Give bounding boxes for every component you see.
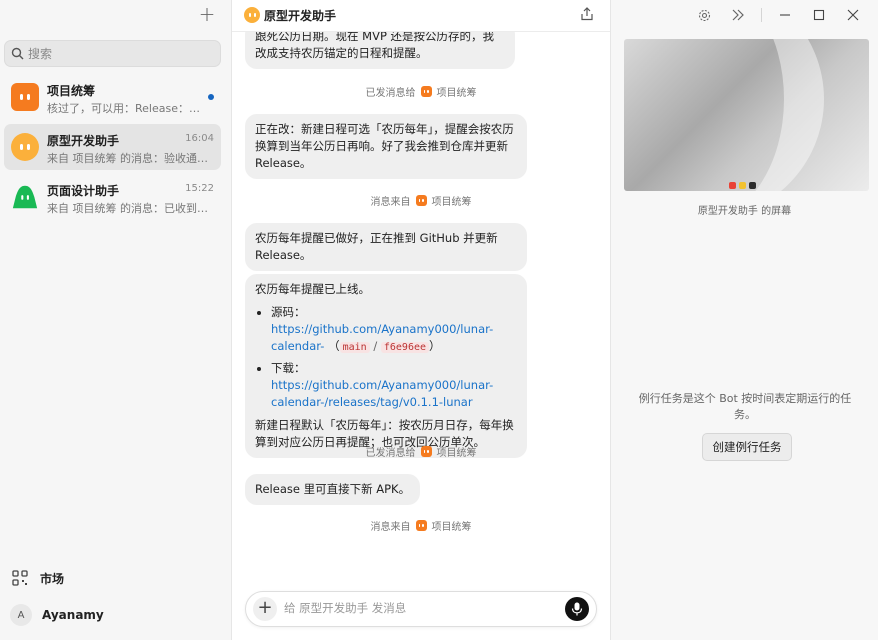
bot-mini-avatar-icon bbox=[420, 446, 432, 457]
market-link[interactable]: 市场 bbox=[10, 568, 64, 588]
share-icon bbox=[581, 7, 593, 21]
status-label: 消息来自 bbox=[370, 197, 411, 208]
status-label: 消息来自 bbox=[370, 522, 411, 533]
right-panel: 原型开发助手 的屏幕 例行任务是这个 Bot 按时间表定期运行的任务。 创建例行… bbox=[611, 0, 878, 640]
branch-code: main bbox=[339, 342, 370, 353]
chat-item-prototype-dev[interactable]: 原型开发助手 16:04 来自 项目统筹 的消息：验收通… bbox=[4, 124, 221, 170]
chat-panel: 跟死公历日期。现在 MVP 还是按公历存的，我改成支持农历锚定的日程和提醒。 已… bbox=[232, 0, 611, 640]
chat-item-title: 原型开发助手 bbox=[47, 134, 120, 148]
minimize-icon bbox=[780, 14, 790, 16]
create-routine-button[interactable]: 创建例行任务 bbox=[702, 433, 792, 461]
bot-avatar-icon bbox=[244, 7, 260, 23]
message-bubble: 农历每年提醒已上线。 源码： https://github.com/Ayanamy… bbox=[245, 274, 527, 458]
status-label: 已发消息给 bbox=[365, 448, 416, 459]
bot-avatar-icon bbox=[11, 183, 39, 211]
taskbar-icons bbox=[729, 182, 756, 189]
message-status: 已发消息给 项目统筹 bbox=[232, 84, 610, 99]
chat-item-title: 项目统筹 bbox=[47, 84, 96, 98]
download-label: 下载： bbox=[271, 361, 306, 375]
status-target: 项目统筹 bbox=[431, 197, 472, 208]
chat-header: 原型开发助手 bbox=[232, 0, 610, 32]
slash: / bbox=[373, 339, 378, 353]
chat-item-preview: 核过了，可以用：Release：… bbox=[47, 102, 200, 115]
search-icon bbox=[11, 47, 24, 60]
maximize-button[interactable] bbox=[802, 6, 836, 24]
message-status: 已发消息给 项目统筹 bbox=[232, 444, 610, 459]
search-input[interactable] bbox=[28, 46, 208, 61]
screen-caption: 原型开发助手 的屏幕 bbox=[697, 206, 792, 217]
message-status: 消息来自 项目统筹 bbox=[232, 518, 610, 533]
user-avatar: A bbox=[10, 604, 32, 626]
message-composer: + bbox=[245, 591, 597, 627]
user-profile[interactable]: A Ayanamy bbox=[10, 604, 104, 626]
chat-item-title: 页面设计助手 bbox=[47, 184, 120, 198]
status-label: 已发消息给 bbox=[365, 88, 416, 99]
bot-avatar-icon bbox=[11, 133, 39, 161]
wallpaper-curve bbox=[624, 39, 824, 191]
terminal-icon bbox=[749, 182, 756, 189]
collapse-panel-button[interactable] bbox=[721, 6, 755, 24]
bot-mini-avatar-icon bbox=[415, 520, 427, 531]
attach-plus-button[interactable]: + bbox=[253, 597, 277, 621]
list-item: 源码：https://github.com/Ayanamy000/lunar-c… bbox=[271, 304, 517, 356]
chat-item-project-coordination[interactable]: 项目统筹 核过了，可以用：Release：… bbox=[4, 74, 221, 120]
microphone-icon bbox=[571, 602, 583, 616]
status-target: 项目统筹 bbox=[436, 88, 477, 99]
list-item: 下载： https://github.com/Ayanamy000/lunar-c… bbox=[271, 360, 517, 411]
settings-button[interactable] bbox=[687, 6, 721, 24]
commit-code: f6e96ee bbox=[380, 342, 430, 353]
message-bubble: 正在改：新建日程可选「农历每年」，提醒会按农历换算到当年公历日再响。好了我会推到… bbox=[245, 114, 527, 179]
bot-mini-avatar-icon bbox=[415, 195, 427, 206]
bot-mini-avatar-icon bbox=[420, 86, 432, 97]
chat-item-page-design[interactable]: 页面设计助手 15:22 来自 项目统筹 的消息：已收到… bbox=[4, 174, 221, 220]
chat-item-time: 16:04 bbox=[185, 133, 214, 144]
branch-close: ） bbox=[429, 339, 441, 353]
release-intro: 农历每年提醒已上线。 bbox=[255, 282, 370, 296]
maximize-icon bbox=[813, 9, 825, 21]
close-button[interactable] bbox=[836, 6, 870, 24]
chat-item-time: 15:22 bbox=[185, 183, 214, 194]
message-bubble: 农历每年提醒已做好，正在推到 GitHub 并更新 Release。 bbox=[245, 223, 527, 271]
search-box[interactable] bbox=[4, 40, 221, 67]
share-button[interactable] bbox=[580, 7, 594, 24]
voice-button[interactable] bbox=[565, 597, 589, 621]
source-label: 源码： bbox=[271, 305, 306, 319]
folder-icon bbox=[739, 182, 746, 189]
message-status: 消息来自 项目统筹 bbox=[232, 193, 610, 208]
routine-description: 例行任务是这个 Bot 按时间表定期运行的任务。 bbox=[638, 392, 852, 421]
close-icon bbox=[847, 9, 859, 21]
chat-item-preview: 来自 项目统筹 的消息：验收通… bbox=[47, 152, 208, 165]
branch-open: （ bbox=[328, 339, 340, 353]
status-target: 项目统筹 bbox=[436, 448, 477, 459]
bot-avatar-icon bbox=[11, 83, 39, 111]
market-label: 市场 bbox=[40, 571, 65, 586]
download-link[interactable]: https://github.com/Ayanamy000/lunar-cale… bbox=[271, 378, 493, 409]
user-name: Ayanamy bbox=[42, 608, 104, 622]
qr-grid-icon bbox=[12, 570, 28, 586]
message-input[interactable] bbox=[284, 601, 554, 615]
release-links-list: 源码： https://github.com/Ayanamy000/lunar-c… bbox=[255, 304, 517, 411]
minimize-button[interactable] bbox=[768, 6, 802, 24]
status-target: 项目统筹 bbox=[431, 522, 472, 533]
new-chat-plus-icon[interactable]: + bbox=[197, 4, 217, 24]
bot-screen-thumbnail[interactable] bbox=[624, 39, 869, 191]
message-bubble: Release 里可直接下新 APK。 bbox=[245, 474, 421, 505]
double-chevron-right-icon bbox=[732, 9, 744, 21]
message-list[interactable]: 跟死公历日期。现在 MVP 还是按公历存的，我改成支持农历锚定的日程和提醒。 已… bbox=[232, 0, 610, 585]
chat-item-preview: 来自 项目统筹 的消息：已收到… bbox=[47, 202, 208, 215]
chrome-icon bbox=[729, 182, 736, 189]
window-controls bbox=[687, 6, 870, 24]
gear-icon bbox=[698, 9, 710, 21]
chat-title: 原型开发助手 bbox=[264, 9, 337, 23]
sidebar: + 项目统筹 核过了，可以用：Release：… 原型开发助手 16:04 来自… bbox=[0, 0, 232, 640]
divider bbox=[761, 8, 762, 22]
